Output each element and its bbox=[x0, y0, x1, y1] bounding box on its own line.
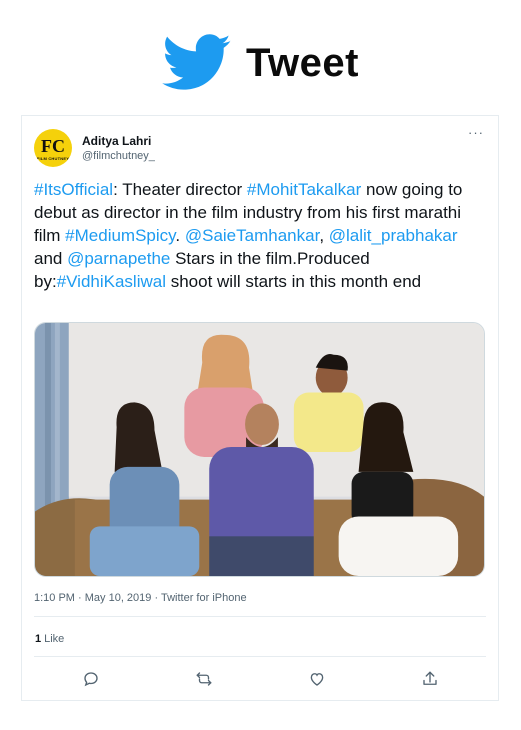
divider bbox=[34, 656, 486, 657]
mention-link[interactable]: @parnapethe bbox=[67, 249, 170, 268]
tweet-text-segment: , bbox=[319, 226, 329, 245]
author-display-name[interactable]: Aditya Lahri bbox=[82, 134, 155, 149]
tweet-text-segment: : Theater director bbox=[113, 180, 247, 199]
avatar-initials: FC bbox=[41, 136, 65, 156]
likes-label: Like bbox=[44, 633, 65, 645]
hashtag-link[interactable]: #VidhiKasliwal bbox=[57, 272, 166, 291]
tweet-text-segment: shoot will starts in this month end bbox=[166, 272, 422, 291]
reply-icon bbox=[83, 672, 98, 687]
divider bbox=[34, 616, 486, 617]
hashtag-link[interactable]: #ItsOfficial bbox=[34, 180, 113, 199]
author-handle[interactable]: @filmchutney_ bbox=[82, 149, 155, 163]
mention-link[interactable]: @SaieTamhankar bbox=[185, 226, 319, 245]
tweet-text-segment: and bbox=[34, 249, 68, 268]
tweet-photo[interactable] bbox=[34, 322, 485, 577]
retweet-icon bbox=[196, 672, 211, 686]
hashtag-link[interactable]: #MohitTakalkar bbox=[247, 180, 361, 199]
avatar[interactable]: FC FILM CHUTNEY bbox=[34, 129, 72, 167]
tweet-actions bbox=[34, 666, 486, 692]
twitter-bird-icon bbox=[162, 34, 231, 90]
share-icon bbox=[422, 671, 437, 685]
more-options-icon[interactable]: ··· bbox=[468, 126, 484, 139]
tweet-timestamp[interactable]: 1:10 PM · May 10, 2019 · Twitter for iPh… bbox=[34, 592, 247, 604]
likes-count[interactable]: 1 Like bbox=[35, 633, 64, 645]
retweet-button[interactable] bbox=[192, 667, 216, 691]
avatar-subtext: FILM CHUTNEY bbox=[36, 156, 70, 161]
like-button[interactable] bbox=[305, 667, 329, 691]
tweet-card: FC FILM CHUTNEY Aditya Lahri @filmchutne… bbox=[21, 115, 499, 701]
header-title: Tweet bbox=[246, 40, 359, 85]
like-heart-icon bbox=[310, 673, 323, 686]
mention-link[interactable]: @lalit_prabhakar bbox=[329, 226, 458, 245]
tweet-text-segment: . bbox=[175, 226, 185, 245]
reply-button[interactable] bbox=[79, 667, 103, 691]
share-button[interactable] bbox=[418, 667, 442, 691]
likes-number: 1 bbox=[35, 633, 42, 645]
page-header: Tweet bbox=[0, 28, 521, 98]
tweet-text: #ItsOfficial: Theater director #MohitTak… bbox=[34, 178, 486, 293]
tweet-author[interactable]: FC FILM CHUTNEY Aditya Lahri @filmchutne… bbox=[34, 126, 155, 170]
hashtag-link[interactable]: #MediumSpicy bbox=[65, 226, 175, 245]
